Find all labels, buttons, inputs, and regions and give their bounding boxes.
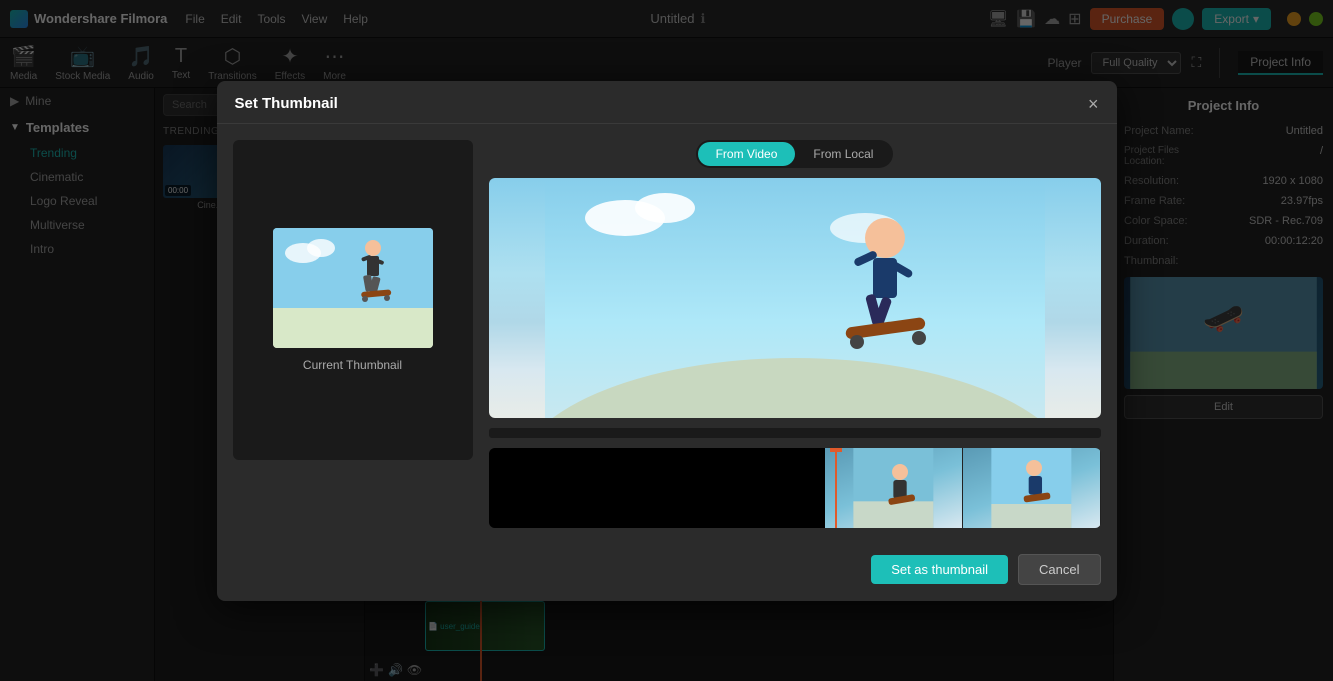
strip-frame-1	[825, 448, 963, 528]
set-thumbnail-dialog: Set Thumbnail ×	[217, 81, 1117, 601]
set-as-thumbnail-button[interactable]: Set as thumbnail	[871, 555, 1008, 584]
current-thumbnail-panel: Current Thumbnail	[233, 140, 473, 528]
strip-frame-content-2	[963, 448, 1100, 528]
source-tabs: From Video From Local	[696, 140, 894, 168]
cancel-button[interactable]: Cancel	[1018, 554, 1100, 585]
scrub-bar-area	[489, 428, 1101, 438]
video-preview	[489, 178, 1101, 418]
dialog-close-button[interactable]: ×	[1088, 95, 1099, 113]
current-thumbnail-box: Current Thumbnail	[233, 140, 473, 460]
current-thumbnail-image	[273, 228, 433, 348]
timeline-strip[interactable]	[489, 448, 1101, 528]
skater-thumbnail	[273, 228, 433, 348]
tab-from-local[interactable]: From Local	[795, 142, 891, 166]
strip-playhead-top	[830, 448, 842, 452]
dialog-overlay: Set Thumbnail ×	[0, 0, 1333, 681]
strip-frame-2	[963, 448, 1101, 528]
strip-frame-content-1	[825, 448, 962, 528]
strip-playhead[interactable]	[835, 448, 837, 528]
dialog-title: Set Thumbnail	[235, 95, 338, 112]
video-frame-picker: From Video From Local	[489, 140, 1101, 528]
strip-black-section	[489, 448, 826, 528]
tab-from-video[interactable]: From Video	[698, 142, 796, 166]
dialog-header: Set Thumbnail ×	[217, 81, 1117, 124]
dialog-footer: Set as thumbnail Cancel	[217, 544, 1117, 601]
strip-frames	[825, 448, 1100, 528]
dialog-body: Current Thumbnail From Video From Local	[217, 124, 1117, 544]
current-thumbnail-label: Current Thumbnail	[303, 358, 402, 372]
skater-scene	[489, 178, 1101, 418]
